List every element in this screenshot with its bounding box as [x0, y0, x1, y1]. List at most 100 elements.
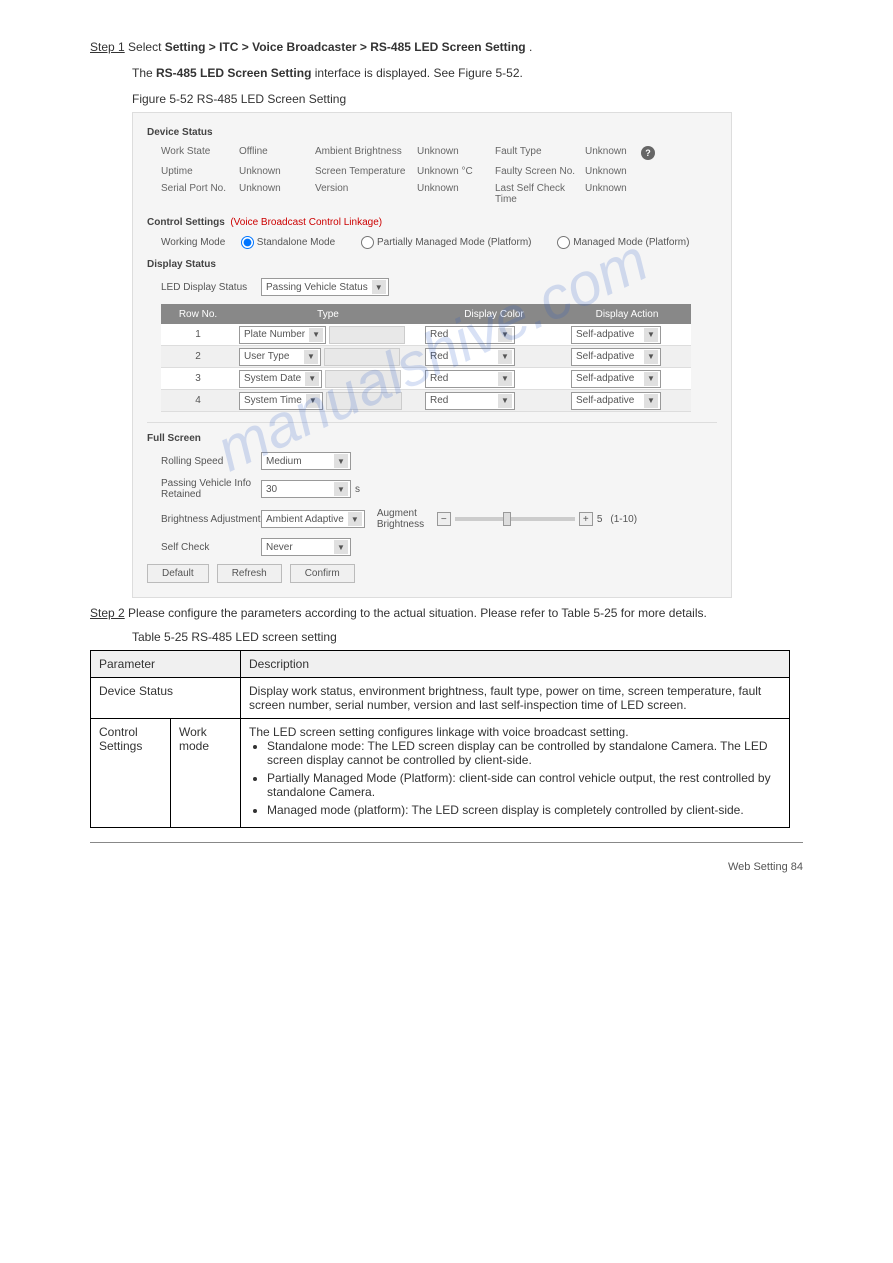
chevron-down-icon: ▼: [348, 512, 362, 526]
td-work-mode: Work mode: [171, 719, 241, 828]
serialport-value: Unknown: [239, 183, 295, 205]
device-status-title: Device Status: [147, 127, 717, 138]
config-panel: manualshive.com Device Status Work State…: [132, 112, 732, 598]
type-select-1[interactable]: Plate Number▼: [239, 326, 326, 344]
th-parameter: Parameter: [91, 651, 241, 678]
type-extra-1[interactable]: [329, 326, 405, 344]
action-select-1[interactable]: Self-adpative▼: [571, 326, 661, 344]
divider: [147, 422, 717, 423]
help-icon[interactable]: ?: [641, 146, 655, 160]
step1b-text1: The: [132, 66, 156, 80]
mode-managed[interactable]: Managed Mode (Platform): [557, 236, 689, 249]
th-color: Display Color: [421, 309, 567, 320]
plus-button[interactable]: +: [579, 512, 593, 526]
type-select-4[interactable]: System Time▼: [239, 392, 323, 410]
footer-divider: [90, 842, 803, 843]
chevron-down-icon: ▼: [334, 540, 348, 554]
th-type: Type: [235, 309, 421, 320]
slider-thumb[interactable]: [503, 512, 511, 526]
step1b-line: The RS-485 LED Screen Setting interface …: [132, 64, 803, 82]
action-select-3[interactable]: Self-adpative▼: [571, 370, 661, 388]
working-mode-row: Working Mode Standalone Mode Partially M…: [161, 236, 717, 249]
lastselfcheck-value: Unknown: [585, 183, 629, 205]
control-linkage-note: (Voice Broadcast Control Linkage): [230, 217, 382, 228]
chevron-down-icon: ▼: [644, 328, 658, 342]
display-status-title: Display Status: [147, 259, 717, 270]
faulttype-value: Unknown: [585, 146, 629, 160]
augment-range: (1-10): [610, 514, 637, 525]
type-select-3[interactable]: System Date▼: [239, 370, 322, 388]
confirm-button[interactable]: Confirm: [290, 564, 355, 583]
device-status-row3: Serial Port No.Unknown VersionUnknown La…: [161, 183, 717, 205]
chevron-down-icon: ▼: [644, 372, 658, 386]
mode-partial[interactable]: Partially Managed Mode (Platform): [361, 236, 531, 249]
chevron-down-icon: ▼: [498, 328, 512, 342]
mode-standalone-radio[interactable]: [241, 236, 254, 249]
uptime-value: Unknown: [239, 166, 295, 177]
th-action: Display Action: [567, 309, 687, 320]
ambient-label: Ambient Brightness: [315, 146, 411, 160]
screentemp-label: Screen Temperature: [315, 166, 411, 177]
default-button[interactable]: Default: [147, 564, 209, 583]
passing-vehicle-row: Passing Vehicle Info Retained 30▼ s: [161, 478, 717, 500]
page-footer: Web Setting 84: [90, 861, 803, 873]
td-work-mode-desc: The LED screen setting configures linkag…: [241, 719, 790, 828]
brightness-select[interactable]: Ambient Adaptive▼: [261, 510, 365, 528]
workstate-label: Work State: [161, 146, 233, 160]
step1-text1: Select: [128, 40, 165, 54]
display-table: Row No. Type Display Color Display Actio…: [161, 304, 691, 412]
desc-header-row: Parameter Description: [91, 651, 790, 678]
minus-button[interactable]: −: [437, 512, 451, 526]
passing-vehicle-unit: s: [355, 484, 360, 495]
desc-item-1: Standalone mode: The LED screen display …: [267, 739, 781, 767]
color-select-2[interactable]: Red▼: [425, 348, 515, 366]
table-header: Row No. Type Display Color Display Actio…: [161, 304, 691, 324]
type-extra-4[interactable]: [326, 392, 402, 410]
desc-item-2: Partially Managed Mode (Platform): clien…: [267, 771, 781, 799]
lastselfcheck-label: Last Self Check Time: [495, 183, 579, 205]
selfcheck-row: Self Check Never▼: [161, 538, 717, 556]
type-select-2[interactable]: User Type▼: [239, 348, 321, 366]
chevron-down-icon: ▼: [644, 394, 658, 408]
chevron-down-icon: ▼: [306, 394, 320, 408]
chevron-down-icon: ▼: [498, 372, 512, 386]
table-row: 1 Plate Number▼ Red▼ Self-adpative▼: [161, 324, 691, 346]
action-select-4[interactable]: Self-adpative▼: [571, 392, 661, 410]
color-select-4[interactable]: Red▼: [425, 392, 515, 410]
passing-vehicle-select[interactable]: 30▼: [261, 480, 351, 498]
faultyscreen-label: Faulty Screen No.: [495, 166, 579, 177]
rolling-speed-select[interactable]: Medium▼: [261, 452, 351, 470]
brightness-slider[interactable]: [455, 517, 575, 521]
selfcheck-select[interactable]: Never▼: [261, 538, 351, 556]
td-control-settings: Control Settings: [91, 719, 171, 828]
button-row: Default Refresh Confirm: [147, 564, 717, 583]
step1b-bold: RS-485 LED Screen Setting: [156, 66, 311, 80]
color-select-1[interactable]: Red▼: [425, 326, 515, 344]
chevron-down-icon: ▼: [334, 482, 348, 496]
uptime-label: Uptime: [161, 166, 233, 177]
action-select-2[interactable]: Self-adpative▼: [571, 348, 661, 366]
chevron-down-icon: ▼: [334, 454, 348, 468]
refresh-button[interactable]: Refresh: [217, 564, 282, 583]
desc-intro: The LED screen setting configures linkag…: [249, 725, 781, 739]
mode-managed-radio[interactable]: [557, 236, 570, 249]
step2-text: Please configure the parameters accordin…: [128, 606, 707, 620]
full-screen-title: Full Screen: [147, 433, 717, 444]
device-status-row1: Work StateOffline Ambient BrightnessUnkn…: [161, 146, 717, 160]
desc-item-3: Managed mode (platform): The LED screen …: [267, 803, 781, 817]
mode-standalone[interactable]: Standalone Mode: [241, 236, 335, 249]
rolling-speed-label: Rolling Speed: [161, 456, 261, 467]
control-settings-label: Control Settings: [147, 217, 225, 228]
color-select-3[interactable]: Red▼: [425, 370, 515, 388]
chevron-down-icon: ▼: [304, 350, 318, 364]
type-extra-2[interactable]: [324, 348, 400, 366]
ambient-value: Unknown: [417, 146, 475, 160]
type-extra-3[interactable]: [325, 370, 401, 388]
mode-partial-radio[interactable]: [361, 236, 374, 249]
td-device-status: Device Status: [91, 678, 241, 719]
version-label: Version: [315, 183, 411, 205]
led-display-status-select[interactable]: Passing Vehicle Status▼: [261, 278, 389, 296]
step1-label: Step 1: [90, 40, 125, 54]
rowno-1: 1: [161, 329, 235, 340]
desc-table: Parameter Description Device Status Disp…: [90, 650, 790, 828]
